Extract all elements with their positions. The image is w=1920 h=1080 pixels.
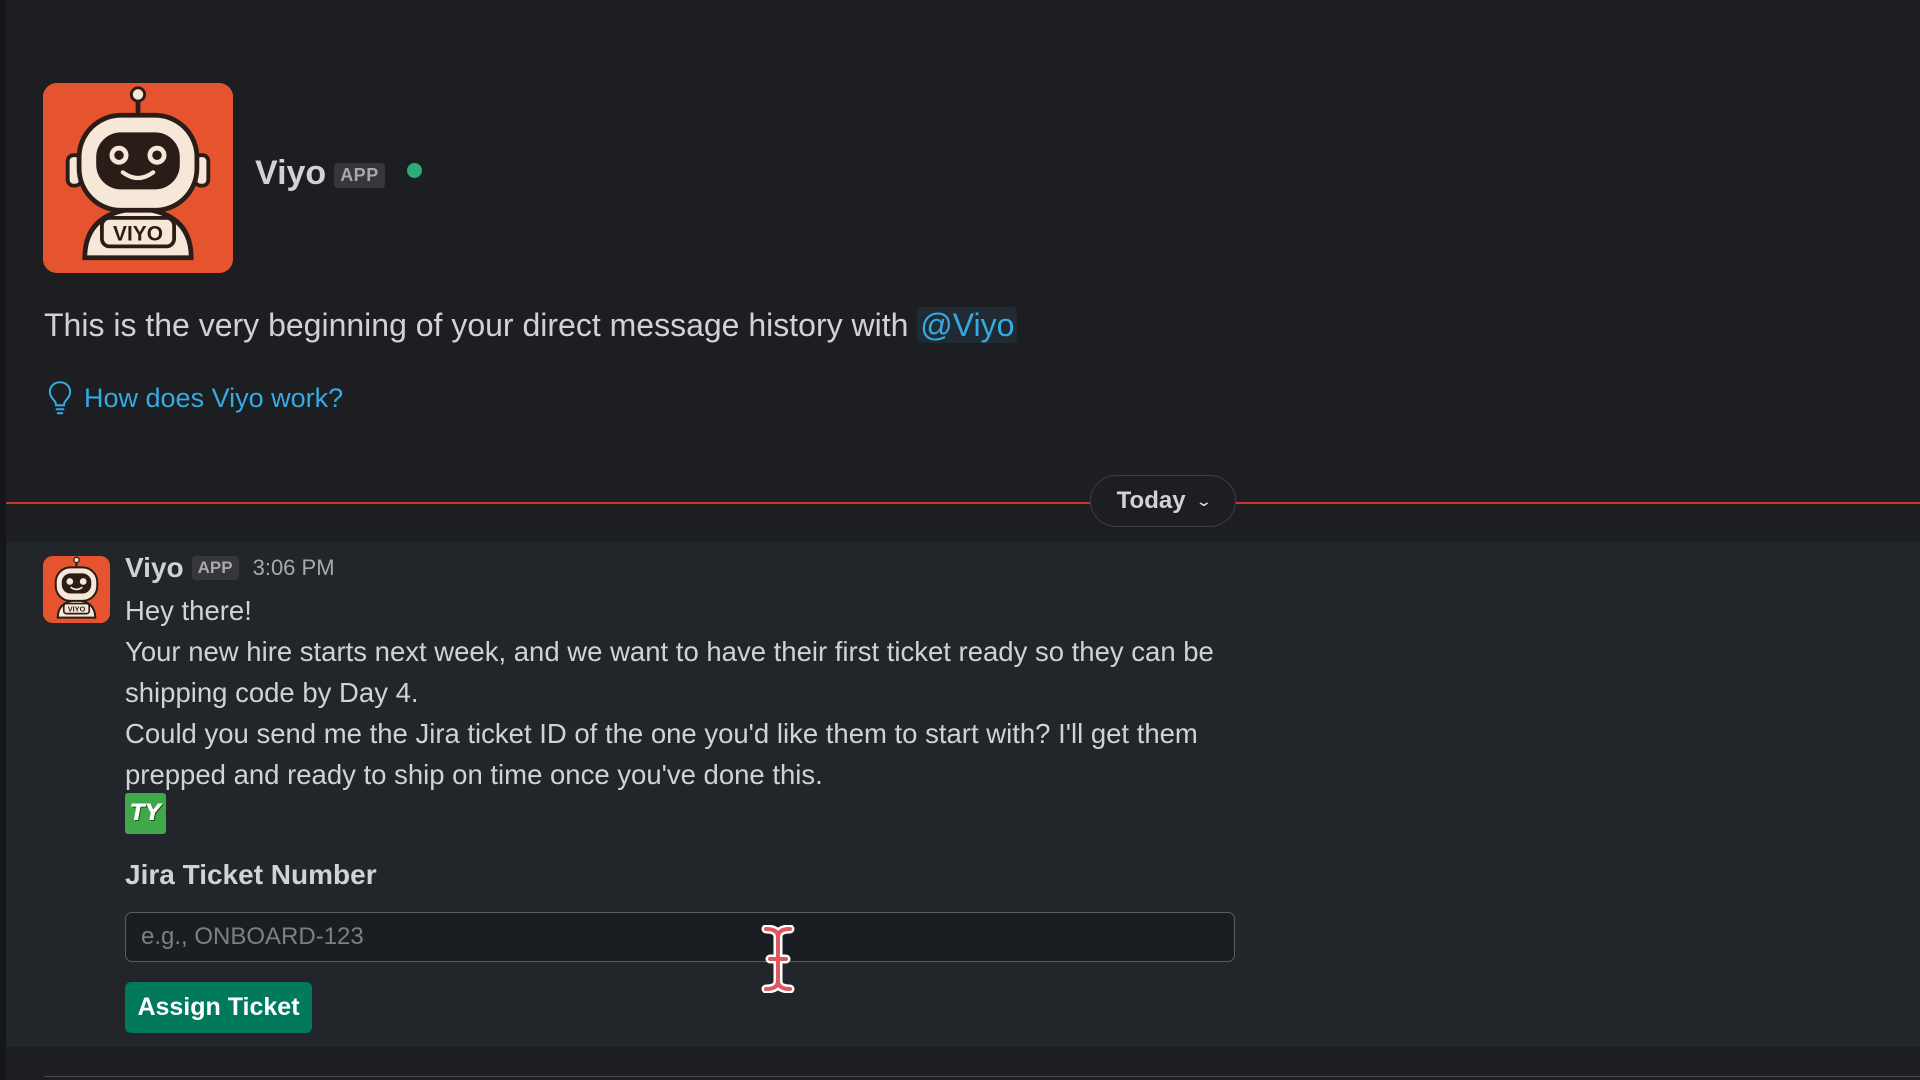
message-line: Could you send me the Jira ticket ID of …	[125, 718, 1198, 790]
composer-edge	[44, 1076, 1920, 1080]
message-line: Hey there!	[125, 595, 252, 626]
app-badge: APP	[191, 556, 239, 580]
svg-text:VIYO: VIYO	[68, 605, 86, 614]
bot-name[interactable]: Viyo	[255, 154, 326, 193]
message-avatar[interactable]: VIYO	[43, 556, 110, 623]
date-divider-button[interactable]: Today ⌄	[1090, 475, 1236, 527]
message-line: Your new hire starts next week, and we w…	[125, 636, 1214, 708]
bot-avatar-large[interactable]: VIYO	[43, 83, 233, 273]
text-cursor-icon	[761, 925, 795, 993]
presence-online-icon	[406, 163, 422, 178]
message-header: Viyo APP 3:06 PM	[125, 552, 335, 584]
assign-ticket-button[interactable]: Assign Ticket	[125, 982, 312, 1033]
thank-you-emoji: TY	[125, 793, 166, 834]
svg-text:VIYO: VIYO	[113, 223, 163, 246]
how-link-label: How does Viyo work?	[84, 382, 344, 413]
intro-text: This is the very beginning of your direc…	[44, 307, 918, 343]
how-does-it-work-link[interactable]: How does Viyo work?	[46, 380, 343, 416]
jira-ticket-input[interactable]	[125, 912, 1235, 962]
bot-header: Viyo APP	[255, 154, 422, 193]
new-messages-divider	[6, 502, 1920, 504]
message-sender[interactable]: Viyo	[125, 552, 184, 584]
robot-logo-icon: VIYO	[43, 83, 233, 273]
robot-logo-icon: VIYO	[43, 556, 110, 623]
date-label: Today	[1116, 487, 1186, 514]
message-timestamp[interactable]: 3:06 PM	[253, 555, 335, 581]
dm-intro: This is the very beginning of your direc…	[44, 307, 1018, 344]
app-badge: APP	[334, 163, 385, 188]
jira-ticket-label: Jira Ticket Number	[125, 859, 377, 890]
lightbulb-icon	[48, 381, 72, 415]
mention-link[interactable]: @Viyo	[917, 307, 1018, 343]
dm-channel-view: VIYO Viyo APP This is the very beginning…	[0, 0, 1920, 1080]
chevron-down-icon: ⌄	[1195, 492, 1212, 509]
message-body: Hey there! Your new hire starts next wee…	[125, 590, 1245, 795]
